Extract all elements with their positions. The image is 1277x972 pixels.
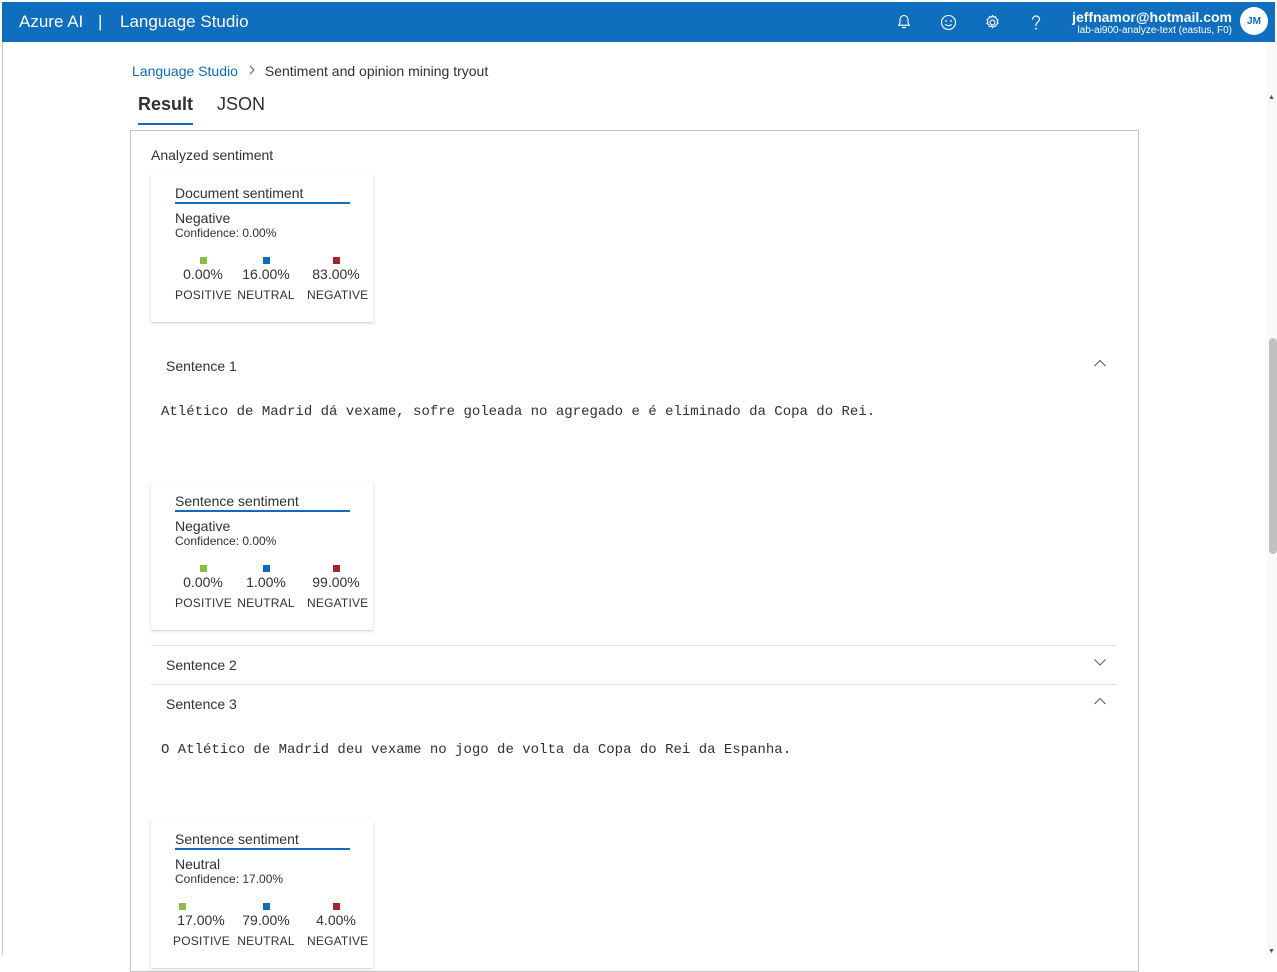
negative-metric: 99.00% NEGATIVE [307, 565, 369, 610]
confidence-text: Confidence: 0.00% [175, 534, 277, 548]
active-tab-indicator [138, 123, 193, 125]
chevron-up-icon[interactable] [1093, 694, 1107, 708]
sentence-1-sentiment-card: Sentence sentiment Negative Confidence: … [151, 481, 373, 630]
sentence-2-header[interactable]: Sentence 2 [151, 646, 1117, 684]
chevron-down-icon[interactable] [1093, 655, 1107, 669]
sentence-3-header[interactable]: Sentence 3 [151, 685, 1117, 723]
neutral-metric: 1.00% NEUTRAL [237, 565, 295, 610]
document-sentiment-card: Document sentiment Negative Confidence: … [151, 173, 373, 322]
negative-label: NEGATIVE [307, 596, 369, 610]
negative-label: NEGATIVE [307, 934, 369, 948]
scroll-up-icon[interactable]: ▲ [1268, 94, 1275, 101]
positive-value: 17.00% [177, 912, 225, 928]
page-border [2, 42, 3, 955]
negative-swatch [332, 257, 340, 264]
brand-separator: | [98, 12, 103, 31]
negative-metric: 83.00% NEGATIVE [307, 257, 369, 302]
positive-swatch [199, 257, 207, 264]
neutral-label: NEUTRAL [237, 596, 295, 610]
sentence-1-label: Sentence 1 [166, 358, 237, 374]
negative-swatch [332, 903, 340, 910]
positive-swatch [179, 903, 186, 910]
confidence-text: Confidence: 0.00% [175, 226, 277, 240]
negative-value: 83.00% [312, 266, 360, 282]
neutral-value: 16.00% [242, 266, 290, 282]
page-scrollbar[interactable]: ▲ ▼ [1267, 42, 1277, 955]
user-account[interactable]: jeffnamor@hotmail.com lab-ai900-analyze-… [1072, 9, 1232, 37]
neutral-swatch [262, 903, 270, 910]
neutral-metric: 79.00% NEUTRAL [237, 903, 295, 948]
sentence-3-label: Sentence 3 [166, 696, 237, 712]
sentiment-label: Negative [175, 518, 231, 534]
sentence-3-text: O Atlético de Madrid deu vexame no jogo … [161, 742, 792, 758]
neutral-value: 1.00% [246, 574, 286, 590]
card-title: Document sentiment [175, 185, 350, 204]
panel-title: Analyzed sentiment [151, 147, 274, 163]
gear-icon[interactable] [979, 9, 1005, 35]
negative-value: 4.00% [316, 912, 356, 928]
neutral-swatch [262, 565, 270, 572]
positive-swatch [199, 565, 207, 572]
scrollbar-thumb[interactable] [1269, 338, 1277, 554]
card-title: Sentence sentiment [175, 493, 350, 512]
positive-label: POSITIVE [173, 934, 230, 948]
sentence-1-header[interactable]: Sentence 1 [151, 347, 1117, 385]
negative-label: NEGATIVE [307, 288, 369, 302]
brand-label[interactable]: Azure AI [19, 12, 83, 32]
breadcrumb-root-link[interactable]: Language Studio [132, 63, 238, 79]
negative-metric: 4.00% NEGATIVE [307, 903, 369, 948]
help-icon[interactable] [1023, 9, 1049, 35]
chevron-right-icon [248, 64, 256, 78]
negative-swatch [332, 565, 340, 572]
user-resource: lab-ai900-analyze-text (eastus, F0) [1077, 25, 1232, 36]
tab-json[interactable]: JSON [217, 94, 265, 115]
smiley-icon[interactable] [935, 9, 961, 35]
bell-icon[interactable] [891, 9, 917, 35]
neutral-metric: 16.00% NEUTRAL [237, 257, 295, 302]
neutral-label: NEUTRAL [237, 934, 295, 948]
confidence-text: Confidence: 17.00% [175, 872, 284, 886]
sentiment-label: Neutral [175, 856, 221, 872]
positive-label: POSITIVE [175, 288, 232, 302]
chevron-up-icon[interactable] [1093, 356, 1107, 370]
positive-metric: 0.00% POSITIVE [175, 257, 232, 302]
neutral-swatch [262, 257, 270, 264]
positive-value: 0.00% [183, 574, 223, 590]
breadcrumb: Language Studio Sentiment and opinion mi… [132, 63, 488, 79]
neutral-label: NEUTRAL [237, 288, 295, 302]
scroll-down-icon[interactable]: ▼ [1268, 948, 1275, 955]
positive-metric: 0.00% POSITIVE [175, 565, 232, 610]
positive-value: 0.00% [183, 266, 223, 282]
avatar[interactable]: JM [1240, 7, 1268, 35]
top-bar: Azure AI | Language Studio jeffnamor@hot… [2, 2, 1275, 42]
app-name[interactable]: Language Studio [120, 12, 249, 32]
negative-value: 99.00% [312, 574, 360, 590]
user-email: jeffnamor@hotmail.com [1072, 9, 1232, 25]
sentence-3-sentiment-card: Sentence sentiment Neutral Confidence: 1… [151, 819, 373, 968]
sentence-1-text: Atlético de Madrid dá vexame, sofre gole… [161, 404, 876, 420]
positive-label: POSITIVE [175, 596, 232, 610]
sentiment-label: Negative [175, 210, 231, 226]
neutral-value: 79.00% [242, 912, 290, 928]
card-title: Sentence sentiment [175, 831, 350, 850]
positive-metric: 17.00% POSITIVE [173, 903, 230, 948]
results-panel: Analyzed sentiment Document sentiment Ne… [130, 130, 1139, 972]
breadcrumb-current: Sentiment and opinion mining tryout [264, 63, 489, 79]
tab-result[interactable]: Result [138, 94, 193, 115]
sentence-2-label: Sentence 2 [166, 657, 237, 673]
